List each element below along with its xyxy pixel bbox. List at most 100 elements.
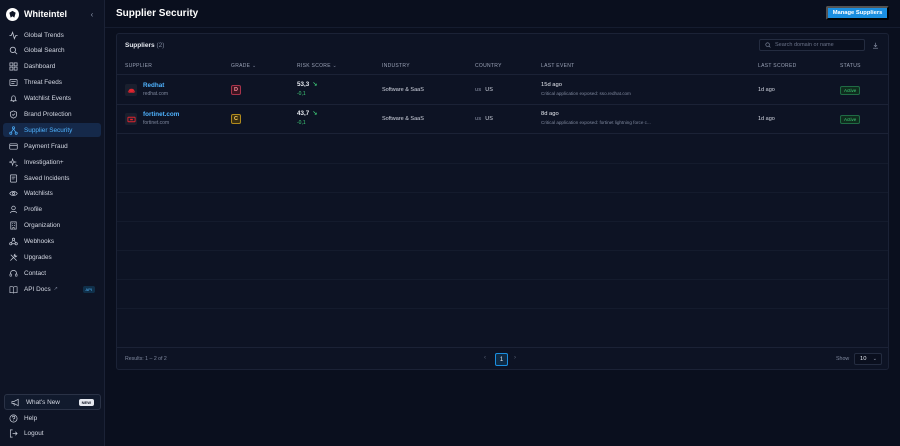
sidebar-item-threat-feeds[interactable]: Threat Feeds bbox=[3, 76, 101, 90]
page-button[interactable]: 1 bbox=[495, 353, 508, 366]
sidebar-bottom-nav: Help Logout bbox=[3, 411, 101, 443]
sidebar-item-label: Payment Fraud bbox=[24, 142, 68, 150]
chevron-left-icon[interactable]: ‹ bbox=[88, 9, 96, 19]
sidebar-item-global-trends[interactable]: Global Trends bbox=[3, 28, 101, 42]
page-size-select[interactable]: 10 ⌄ bbox=[854, 353, 882, 365]
manage-suppliers-button[interactable]: Manage Suppliers bbox=[826, 6, 889, 20]
country-name: US bbox=[485, 116, 493, 122]
card-title: Suppliers (2) bbox=[125, 42, 164, 49]
sidebar-nav: Global Trends Global Search Dashboard Th… bbox=[3, 28, 101, 298]
user-icon bbox=[9, 206, 18, 214]
sidebar-item-payment-fraud[interactable]: Payment Fraud bbox=[3, 139, 101, 153]
download-icon[interactable] bbox=[870, 40, 880, 50]
sidebar-item-label: Brand Protection bbox=[24, 110, 72, 118]
page-size-value: 10 bbox=[860, 356, 867, 362]
building-icon bbox=[10, 221, 17, 230]
row-divider bbox=[117, 250, 888, 251]
brand[interactable]: Whiteintel bbox=[6, 7, 67, 21]
sidebar-item-watchlists[interactable]: Watchlists bbox=[3, 187, 101, 201]
search-icon bbox=[9, 47, 18, 55]
row-divider bbox=[117, 192, 888, 193]
column-header-supplier[interactable]: SUPPLIER bbox=[125, 63, 152, 69]
table-row[interactable]: fortinet.com fortinet.com C 43,7 ↘ -0,1 S… bbox=[117, 105, 888, 134]
sidebar-item-organization[interactable]: Organization bbox=[3, 219, 101, 233]
sidebar-item-label: Threat Feeds bbox=[24, 79, 63, 87]
last-event-time: 8d ago bbox=[541, 111, 559, 117]
sidebar-item-webhooks[interactable]: Webhooks bbox=[3, 235, 101, 249]
sidebar-item-investigation[interactable]: Investigation+ bbox=[3, 155, 101, 169]
sidebar-item-api-docs[interactable]: API Docs ↗ API bbox=[3, 282, 101, 296]
supplier-name[interactable]: Redhat bbox=[143, 82, 164, 89]
last-scored: 1d ago bbox=[758, 87, 775, 93]
supplier-name[interactable]: fortinet.com bbox=[143, 111, 179, 118]
sidebar-item-label: Profile bbox=[24, 206, 43, 214]
webhook-icon bbox=[9, 237, 18, 246]
sidebar-item-label: Saved Incidents bbox=[24, 174, 70, 182]
column-header-grade[interactable]: GRADE ⌄ bbox=[231, 63, 256, 69]
sidebar-item-label: Global Trends bbox=[24, 31, 64, 39]
sidebar-item-global-search[interactable]: Global Search bbox=[3, 44, 101, 58]
sidebar-item-label: Upgrades bbox=[24, 253, 52, 261]
column-header-status[interactable]: STATUS bbox=[840, 63, 861, 69]
book-icon bbox=[9, 285, 18, 294]
risk-score-value: 53,3 bbox=[297, 81, 310, 88]
search-input[interactable] bbox=[775, 42, 863, 48]
status-badge: Active bbox=[840, 86, 861, 95]
risk-delta: -0,1 bbox=[297, 120, 306, 126]
sidebar-item-label: Watchlists bbox=[24, 190, 53, 198]
sidebar-item-profile[interactable]: Profile bbox=[3, 203, 101, 217]
last-event-time: 15d ago bbox=[541, 82, 562, 88]
sidebar: Whiteintel ‹ Global Trends Global Search… bbox=[0, 0, 105, 446]
last-scored: 1d ago bbox=[758, 116, 775, 122]
last-event-description: Critical application exposed: fortinet l… bbox=[541, 120, 651, 125]
tools-icon bbox=[10, 253, 18, 261]
risk-score: 53,3 ↘ bbox=[297, 81, 317, 88]
row-divider bbox=[117, 279, 888, 280]
sidebar-item-label: Supplier Security bbox=[24, 126, 73, 134]
sidebar-item-contact[interactable]: Contact bbox=[3, 266, 101, 280]
sidebar-item-dashboard[interactable]: Dashboard bbox=[3, 60, 101, 74]
table-row[interactable]: Redhat redhat.com D 53,3 ↘ -0,1 Software … bbox=[117, 76, 888, 105]
search-box[interactable] bbox=[759, 39, 865, 51]
column-header-last-scored[interactable]: LAST SCORED bbox=[758, 63, 797, 69]
page-title: Supplier Security bbox=[116, 8, 199, 19]
feed-icon bbox=[9, 79, 18, 87]
redhat-logo-icon bbox=[125, 84, 137, 96]
sidebar-item-watchlist-events[interactable]: Watchlist Events bbox=[3, 92, 101, 106]
search-icon bbox=[765, 42, 771, 48]
country: US US bbox=[475, 87, 493, 93]
grade-badge: C bbox=[231, 114, 241, 124]
card-title-text: Suppliers bbox=[125, 42, 155, 49]
table-footer: Results: 1 – 2 of 2 ‹ 1 › Show 10 ⌄ bbox=[117, 347, 888, 369]
sidebar-item-supplier-security[interactable]: Supplier Security bbox=[3, 123, 101, 138]
sidebar-item-help[interactable]: Help bbox=[3, 411, 101, 425]
sidebar-item-saved-incidents[interactable]: Saved Incidents bbox=[3, 171, 101, 185]
column-header-country[interactable]: COUNTRY bbox=[475, 63, 502, 69]
supplier-domain: redhat.com bbox=[143, 91, 169, 97]
megaphone-icon bbox=[11, 398, 19, 406]
external-link-icon: ↗ bbox=[53, 286, 58, 293]
us-flag-icon: US bbox=[475, 87, 482, 92]
whats-new-button[interactable]: What's New NEW bbox=[4, 394, 101, 410]
risk-score-value: 43,7 bbox=[297, 110, 310, 117]
column-header-last-event[interactable]: LAST EVENT bbox=[541, 63, 574, 69]
sidebar-item-upgrades[interactable]: Upgrades bbox=[3, 250, 101, 264]
sidebar-item-logout[interactable]: Logout bbox=[3, 427, 101, 441]
api-badge: API bbox=[82, 286, 95, 294]
chevron-right-icon[interactable]: › bbox=[514, 355, 516, 361]
sidebar-item-label: Watchlist Events bbox=[24, 95, 71, 103]
table-header: SUPPLIER GRADE ⌄ RISK SCORE ⌄ INDUSTRY C… bbox=[117, 58, 888, 75]
show-label: Show bbox=[836, 356, 850, 362]
trend-down-icon: ↘ bbox=[312, 82, 318, 88]
grade-badge: D bbox=[231, 85, 241, 95]
row-divider bbox=[117, 308, 888, 309]
sidebar-item-brand-protection[interactable]: Brand Protection bbox=[3, 107, 101, 121]
whiteintel-logo-icon bbox=[6, 7, 19, 21]
chevron-left-icon[interactable]: ‹ bbox=[484, 355, 486, 361]
column-header-industry[interactable]: INDUSTRY bbox=[382, 63, 410, 69]
status-badge: Active bbox=[840, 115, 861, 124]
column-header-risk-score[interactable]: RISK SCORE ⌄ bbox=[297, 63, 337, 69]
network-icon bbox=[9, 126, 18, 135]
shield-icon bbox=[9, 110, 18, 119]
logout-icon bbox=[9, 429, 18, 438]
